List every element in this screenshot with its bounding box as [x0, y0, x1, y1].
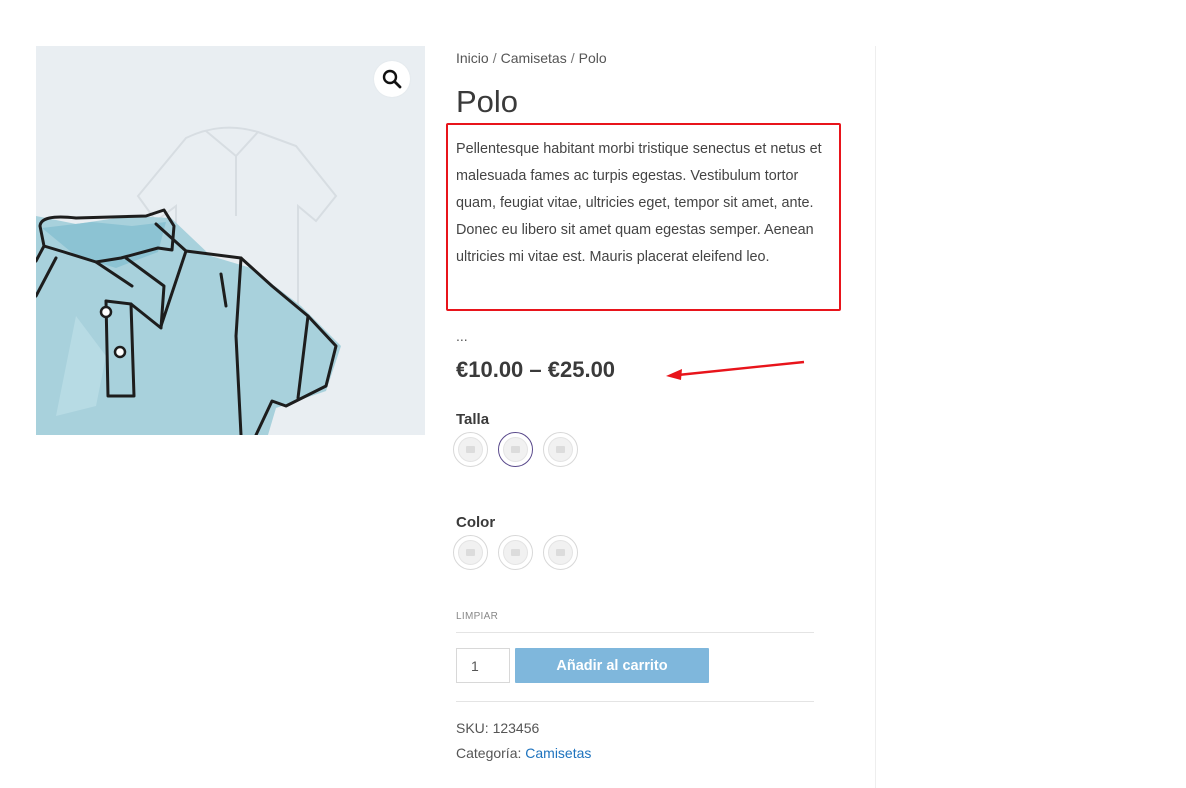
category-link[interactable]: Camisetas [525, 745, 591, 761]
product-price: €10.00 – €25.00 [456, 357, 616, 382]
breadcrumb-separator: / [492, 50, 497, 66]
color-label: Color [456, 514, 496, 531]
breadcrumb-category[interactable]: Camisetas [501, 50, 567, 66]
image-placeholder-icon [511, 446, 520, 453]
image-placeholder-icon [556, 446, 565, 453]
breadcrumb: Inicio / Camisetas / Polo [456, 50, 607, 66]
color-option[interactable] [543, 535, 578, 570]
size-label: Talla [456, 411, 490, 428]
color-option[interactable] [453, 535, 488, 570]
breadcrumb-home[interactable]: Inicio [456, 50, 489, 66]
image-placeholder-icon [511, 549, 520, 556]
category-meta: Categoría: Camisetas [456, 745, 591, 761]
add-to-cart-button[interactable]: Añadir al carrito [515, 648, 709, 683]
size-option[interactable] [453, 432, 488, 467]
image-placeholder-icon [556, 549, 565, 556]
sku-value: 123456 [492, 720, 540, 736]
category-label: Categoría: [456, 745, 522, 761]
size-option-selected[interactable] [498, 432, 533, 467]
description-ellipsis: ... [456, 328, 468, 344]
product-image[interactable] [36, 46, 425, 435]
product-title: Polo [456, 84, 519, 119]
breadcrumb-current: Polo [578, 50, 607, 66]
sku-meta: SKU: 123456 [456, 720, 539, 736]
reset-variations-link[interactable]: LIMPIAR [456, 611, 498, 622]
search-icon [382, 69, 402, 89]
image-placeholder-icon [466, 446, 475, 453]
product-short-description: Pellentesque habitant morbi tristique se… [456, 141, 822, 265]
sidebar-divider [875, 46, 876, 788]
breadcrumb-separator: / [570, 50, 575, 66]
quantity-input[interactable] [456, 648, 510, 683]
divider [456, 632, 814, 633]
divider [456, 701, 814, 702]
zoom-button[interactable] [374, 61, 410, 97]
size-option[interactable] [543, 432, 578, 467]
image-placeholder-icon [466, 549, 475, 556]
annotation-arrow-icon [666, 360, 805, 380]
sku-label: SKU: [456, 720, 489, 736]
polo-shirt-image [36, 46, 425, 435]
color-option[interactable] [498, 535, 533, 570]
